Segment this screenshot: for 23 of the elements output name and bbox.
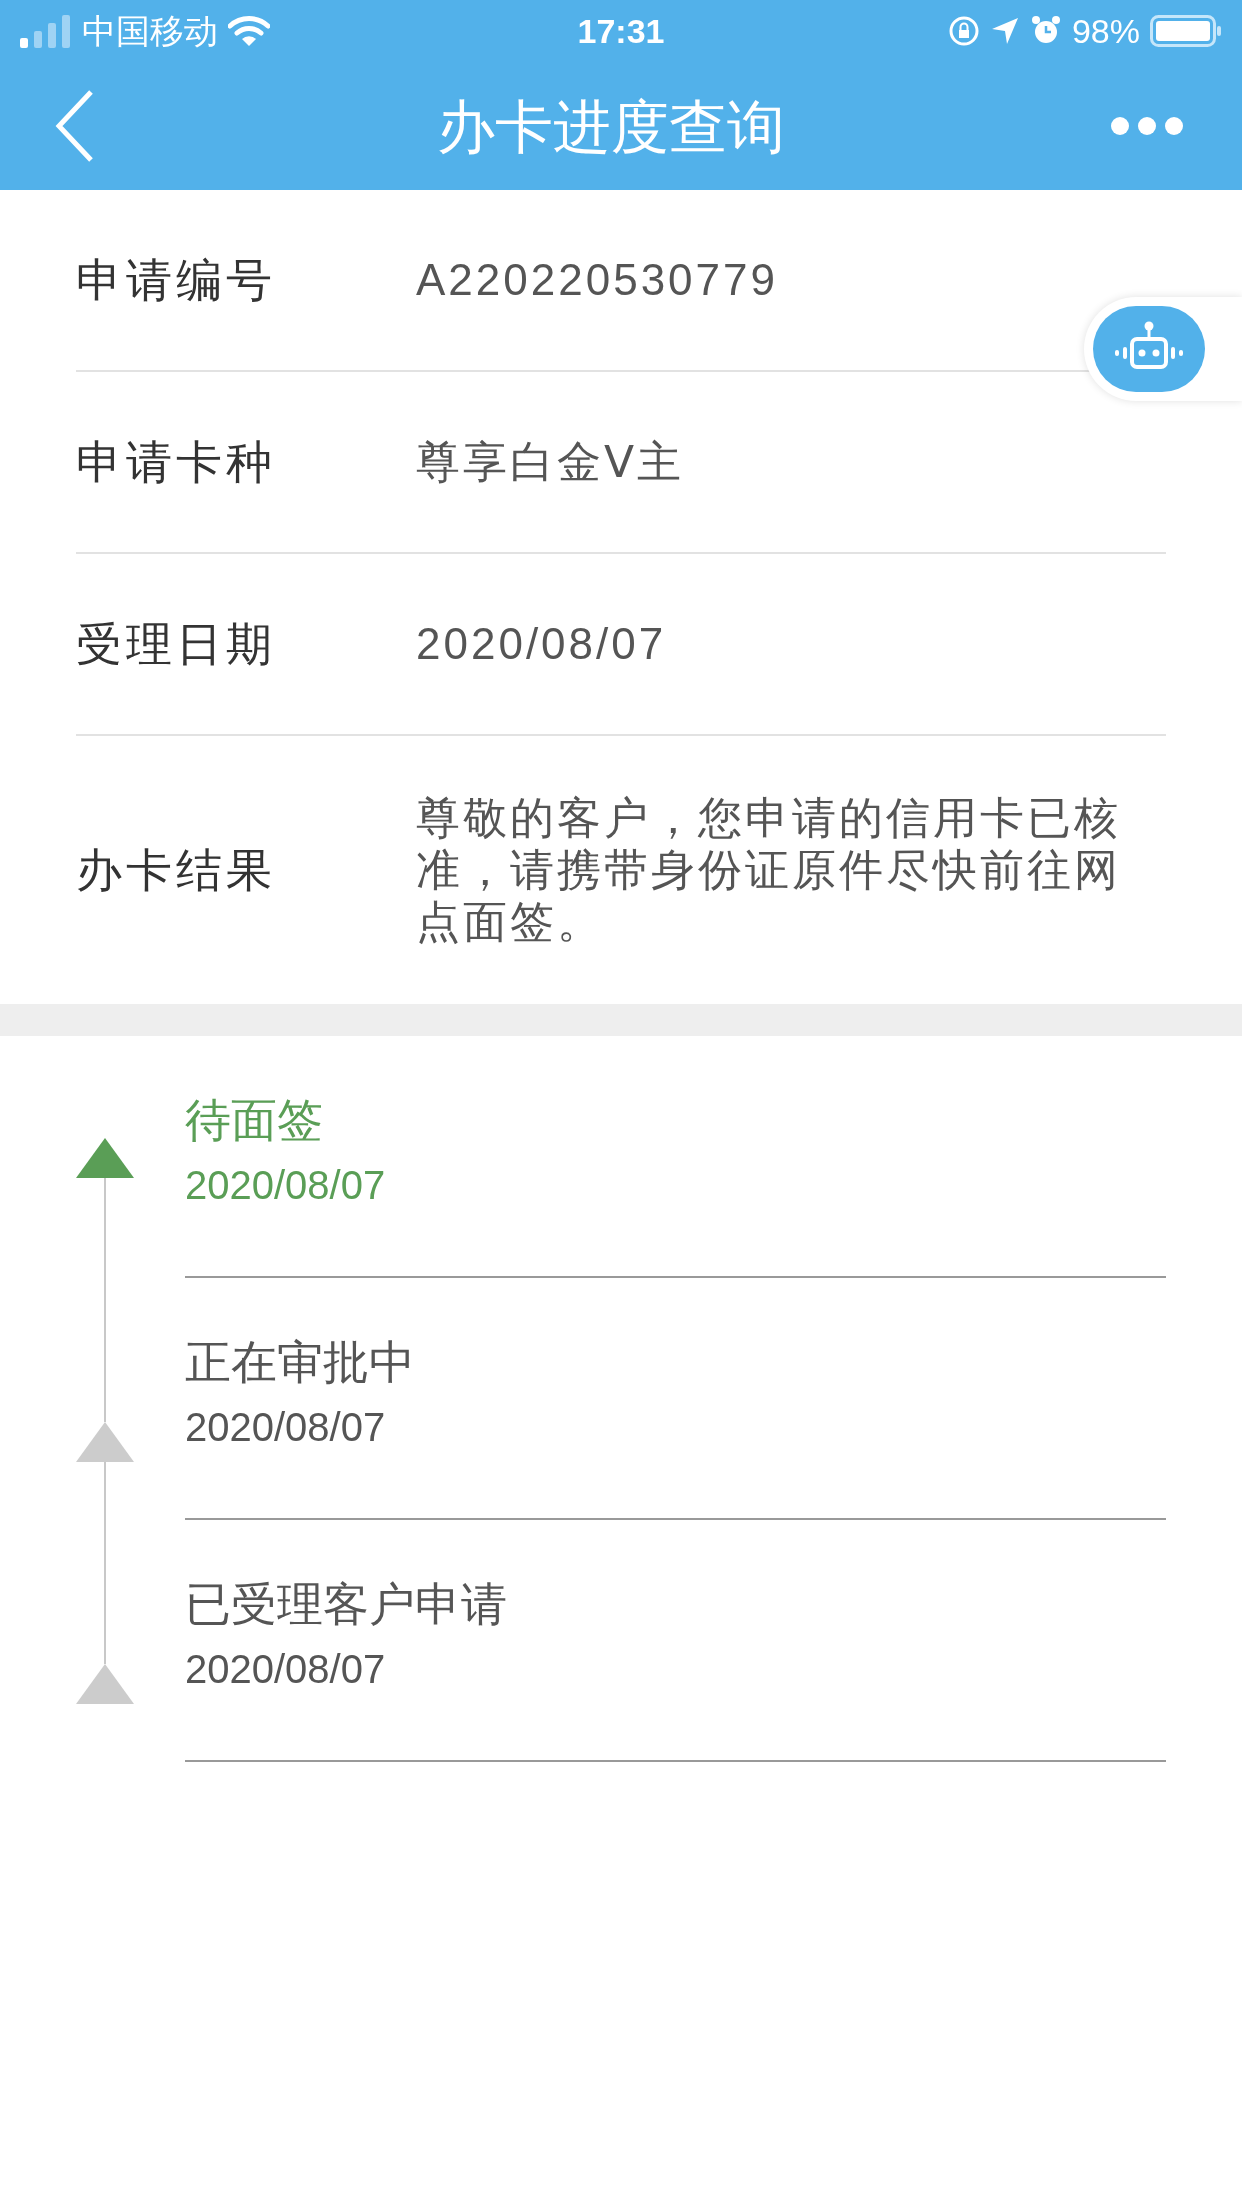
status-date: 2020/08/07 [185,1162,387,1209]
detail-label: 受理日期 [76,616,277,672]
status-time: 17:31 [577,10,665,52]
detail-label: 申请编号 [76,252,277,308]
status-date: 2020/08/07 [185,1404,387,1451]
detail-value: 尊享白金Ⅴ主 [416,436,685,488]
detail-label: 申请卡种 [76,434,277,490]
status-title: 正在审批中 [185,1335,416,1390]
status-title: 已受理客户申请 [185,1577,508,1632]
rotation-lock-icon [947,15,980,47]
battery-percent: 98% [1071,10,1140,52]
signal-icon [20,14,72,48]
status-title: 待面签 [185,1093,324,1148]
detail-value: A220220530779 [416,254,779,306]
detail-value: 2020/08/07 [416,618,668,670]
detail-label: 办卡结果 [76,842,277,898]
robot-button[interactable] [1093,306,1205,392]
page-title: 办卡进度查询 [437,92,785,161]
battery-icon [1150,15,1222,47]
detail-value: 尊敬的客户，您申请的信用卡已核准，请携带身份证原件尽快前往网点面签。 [416,792,1122,948]
wifi-icon [228,15,270,47]
carrier-name: 中国移动 [82,10,218,52]
status-date: 2020/08/07 [185,1646,387,1693]
